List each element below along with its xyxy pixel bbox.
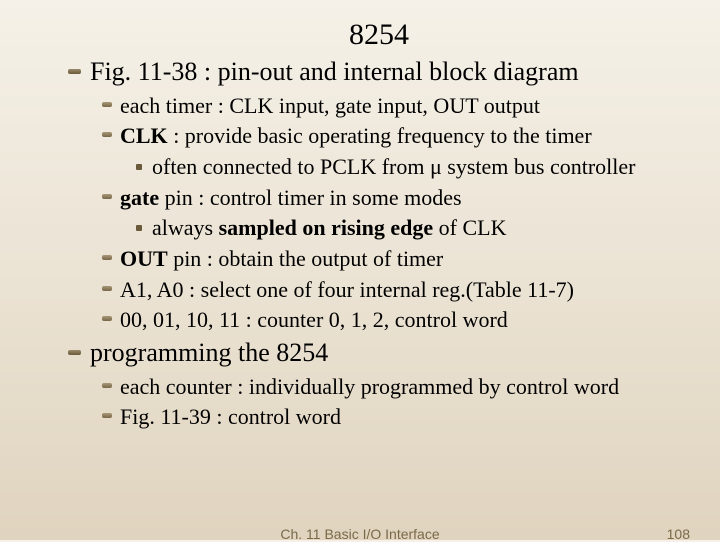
text-run: Fig. 11-39 : control word — [120, 404, 341, 429]
text-run: sampled on rising edge — [219, 215, 434, 240]
bullet-level-2: A1, A0 : select one of four internal reg… — [102, 275, 690, 305]
text-run: each timer : CLK input, gate input, OUT … — [120, 93, 540, 118]
text-run: : provide basic operating frequency to t… — [168, 123, 592, 148]
slide-title: 8254 — [68, 18, 690, 52]
bullet-level-2: each timer : CLK input, gate input, OUT … — [102, 91, 690, 121]
text-run: Fig. 11-38 : pin-out and internal block … — [90, 57, 579, 86]
text-run: often connected to PCLK from μ system bu… — [152, 154, 635, 179]
bullet-level-2: Fig. 11-39 : control word — [102, 402, 690, 432]
bullet-level-2: OUT pin : obtain the output of timer — [102, 244, 690, 274]
text-run: OUT — [120, 246, 168, 271]
text-run: A1, A0 : select one of four internal reg… — [120, 277, 574, 302]
text-run: always — [152, 215, 219, 240]
text-run: of CLK — [433, 215, 506, 240]
bullet-level-2: each counter : individually programmed b… — [102, 372, 690, 402]
bullet-level-1: programming the 8254 — [68, 337, 690, 370]
text-run: CLK — [120, 123, 168, 148]
text-run: pin : obtain the output of timer — [168, 246, 444, 271]
text-run: 00, 01, 10, 11 : counter 0, 1, 2, contro… — [120, 307, 508, 332]
text-run: pin : control timer in some modes — [159, 185, 461, 210]
slide-body: 8254 Fig. 11-38 : pin-out and internal b… — [0, 0, 720, 432]
bullet-level-2: 00, 01, 10, 11 : counter 0, 1, 2, contro… — [102, 305, 690, 335]
bullet-level-3: always sampled on rising edge of CLK — [136, 213, 690, 243]
bullet-level-2: CLK : provide basic operating frequency … — [102, 121, 690, 151]
bullet-level-2: gate pin : control timer in some modes — [102, 183, 690, 213]
text-run: programming the 8254 — [90, 338, 328, 367]
bullet-level-1: Fig. 11-38 : pin-out and internal block … — [68, 56, 690, 89]
text-run: gate — [120, 185, 159, 210]
text-run: each counter : individually programmed b… — [120, 374, 619, 399]
bullet-list: Fig. 11-38 : pin-out and internal block … — [68, 56, 690, 432]
bullet-level-3: often connected to PCLK from μ system bu… — [136, 152, 690, 182]
